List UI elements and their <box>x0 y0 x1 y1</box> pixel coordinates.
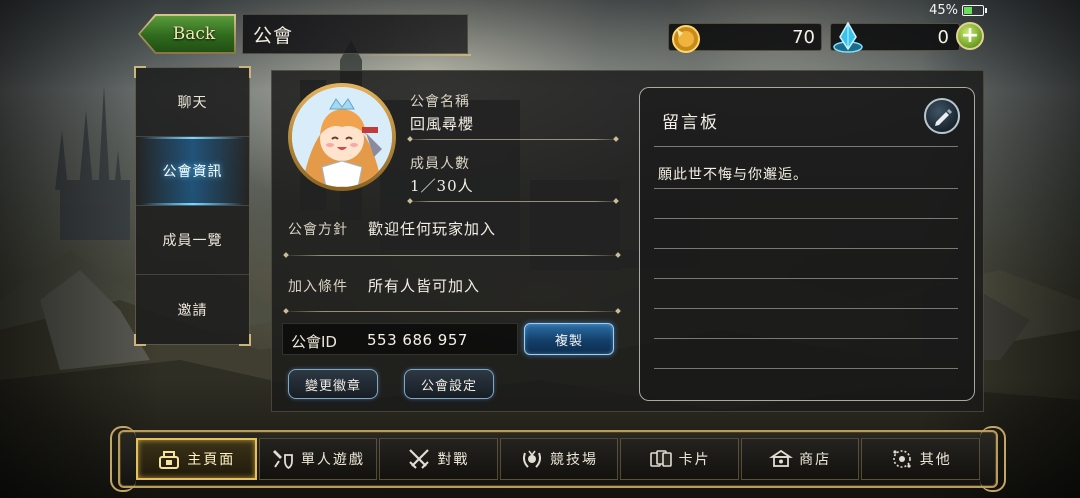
guild-side-menu: 聊天 公會資訊 成員一覽 邀請 <box>134 66 251 346</box>
plus-icon: + <box>960 23 980 48</box>
add-crystal-button[interactable]: + <box>956 22 984 50</box>
pencil-icon <box>935 109 952 126</box>
shop-icon <box>769 449 794 467</box>
guild-id-box: 公會ID 553 686 957 <box>282 323 518 355</box>
crystal-counter: 0 <box>830 21 960 53</box>
sidebar-item-chat[interactable]: 聊天 <box>136 68 249 137</box>
sword-shield-icon <box>272 450 293 470</box>
bottom-navigation: 主頁面 單人遊戲 對戰 競技場 卡片 商店 其他 <box>110 426 1006 492</box>
board-line <box>654 338 958 339</box>
join-condition-value: 所有人皆可加入 <box>368 277 481 295</box>
board-message: 願此世不悔与你邂逅。 <box>658 167 808 183</box>
back-button[interactable]: Back <box>140 16 234 52</box>
nav-label: 商店 <box>799 452 832 468</box>
back-button-label: Back <box>172 24 216 44</box>
change-emblem-label: 變更徽章 <box>304 378 361 394</box>
nav-label: 對戰 <box>437 452 470 468</box>
nav-cards[interactable]: 卡片 <box>620 438 739 480</box>
copy-id-button[interactable]: 複製 <box>524 323 614 355</box>
cards-icon <box>649 450 672 467</box>
board-line <box>654 188 958 189</box>
guild-name-label: 公會名稱 <box>410 94 470 110</box>
board-line <box>654 368 958 369</box>
gold-coin-icon <box>672 25 700 53</box>
sidebar-item-label: 邀請 <box>177 302 208 319</box>
nav-shop[interactable]: 商店 <box>740 438 860 480</box>
guild-settings-button[interactable]: 公會設定 <box>404 369 494 399</box>
page-title: 公會 <box>253 24 294 47</box>
nav-label: 單人遊戲 <box>300 452 365 468</box>
guild-emblem-avatar <box>288 83 396 191</box>
battery-percent: 45% <box>929 3 958 18</box>
join-condition-label: 加入條件 <box>288 279 348 295</box>
crystal-amount: 0 <box>937 26 949 48</box>
page-title-bar: 公會 <box>242 14 471 56</box>
message-board-title: 留言板 <box>662 113 719 133</box>
crystal-icon <box>833 21 863 53</box>
gold-counter: 70 <box>668 23 822 53</box>
nav-label: 主頁面 <box>187 452 236 468</box>
board-line <box>654 218 958 219</box>
guild-settings-label: 公會設定 <box>420 378 477 394</box>
other-icon <box>892 450 911 468</box>
change-emblem-button[interactable]: 變更徽章 <box>288 369 378 399</box>
gold-amount: 70 <box>792 26 815 48</box>
board-line <box>654 278 958 279</box>
guild-id-label: 公會ID <box>291 333 337 351</box>
nav-label: 競技場 <box>550 452 599 468</box>
sidebar-item-member-list[interactable]: 成員一覽 <box>136 206 249 275</box>
guild-info-panel: 公會名稱 回風尋櫻 成員人數 1／30人 公會方針 歡迎任何玩家加入 加入條件 … <box>271 70 984 412</box>
divider <box>282 311 622 312</box>
guild-name-value: 回風尋櫻 <box>410 115 475 133</box>
message-board: 留言板 願此世不悔与你邂逅。 <box>639 87 975 401</box>
arena-wreath-icon <box>523 450 541 468</box>
nav-label: 其他 <box>919 452 952 468</box>
member-count-value: 1／30人 <box>410 177 474 195</box>
board-divider <box>654 146 958 147</box>
sidebar-item-label: 公會資訊 <box>162 164 223 180</box>
member-count-label: 成員人數 <box>410 156 470 172</box>
divider <box>282 255 622 256</box>
board-line <box>654 308 958 309</box>
divider <box>406 139 620 140</box>
divider <box>406 201 620 202</box>
crossed-swords-icon <box>409 449 430 469</box>
board-line <box>654 248 958 249</box>
chibi-character-emblem <box>292 87 392 187</box>
nav-single-player[interactable]: 單人遊戲 <box>258 438 378 480</box>
nav-other[interactable]: 其他 <box>861 438 981 480</box>
nav-versus[interactable]: 對戰 <box>379 438 498 480</box>
guild-policy-label: 公會方針 <box>288 222 348 238</box>
nav-arena[interactable]: 競技場 <box>499 438 619 480</box>
sidebar-item-label: 成員一覽 <box>162 233 223 249</box>
edit-message-button[interactable] <box>924 98 960 134</box>
guild-policy-value: 歡迎任何玩家加入 <box>368 220 497 238</box>
guild-id-value: 553 686 957 <box>367 331 468 349</box>
nav-home[interactable]: 主頁面 <box>136 438 257 480</box>
status-bar: 45% <box>929 3 987 18</box>
home-icon <box>159 451 180 469</box>
sidebar-item-guild-info[interactable]: 公會資訊 <box>136 137 249 206</box>
sidebar-item-label: 聊天 <box>177 95 208 111</box>
battery-icon <box>962 5 987 16</box>
copy-button-label: 複製 <box>554 333 583 349</box>
nav-label: 卡片 <box>678 452 711 468</box>
sidebar-item-invite[interactable]: 邀請 <box>136 275 249 344</box>
